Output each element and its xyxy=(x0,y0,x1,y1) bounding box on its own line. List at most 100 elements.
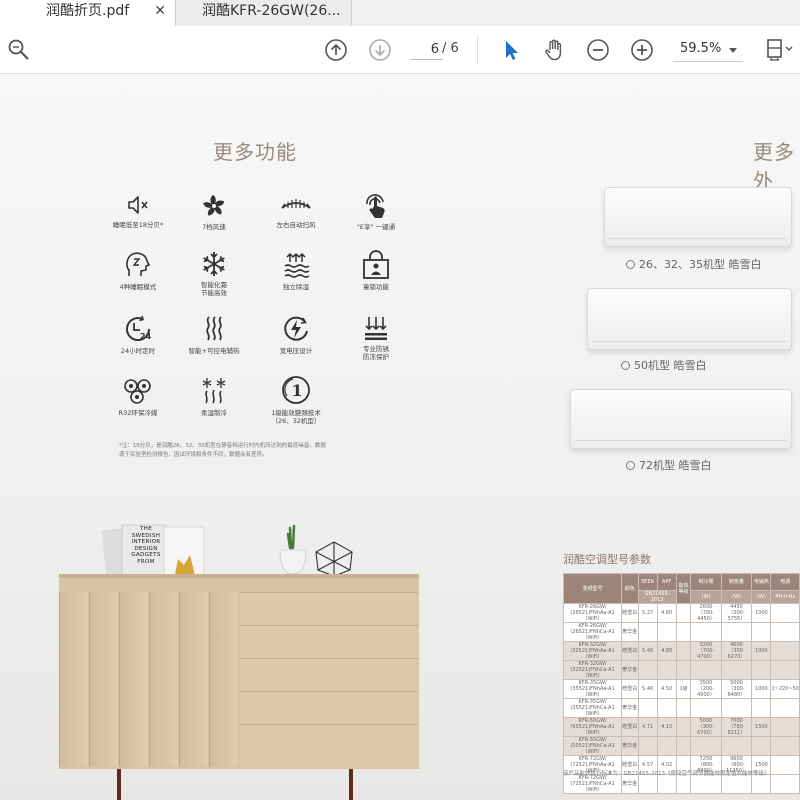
tab-bar: 润酷折页.pdf ✕ 润酷KFR-26GW(26... xyxy=(0,0,800,27)
table-cell xyxy=(690,698,722,718)
table-cell xyxy=(770,660,800,680)
table-header: 制冷量 xyxy=(690,573,722,591)
page-down-icon[interactable] xyxy=(368,38,392,62)
table-cell: 皓雪白 xyxy=(621,717,639,737)
table-row: KFR-35GW/ (35521)FNhAa-A1（WiFi） 皓雪白 5.46 4.… xyxy=(562,679,800,699)
table-row: KFR-26GW/ (26521)FNhAa-A1（WiFi） 皓雪白 5.27 4.… xyxy=(562,603,800,623)
close-icon[interactable]: ✕ xyxy=(154,0,166,22)
table-cell: 4.71 xyxy=(637,717,658,737)
table-cell xyxy=(690,736,722,756)
table-cell: 4.80 xyxy=(656,641,677,661)
child-lock-icon xyxy=(363,250,389,279)
table-header: 颜色 xyxy=(621,573,639,604)
table-cell xyxy=(690,660,722,680)
table-cell: 1000 xyxy=(751,641,772,661)
model-caption: 26、32、35机型 皓雪白 xyxy=(626,256,762,272)
zoom-out-icon[interactable] xyxy=(586,38,610,62)
tab-label: 润酷折页.pdf xyxy=(46,3,130,19)
table-cell xyxy=(656,622,677,642)
tab-label: 润酷KFR-26GW(26... xyxy=(202,3,341,19)
table-cell: KFR-50GW/ (50521)FNhCa-A1（WiFi） xyxy=(562,736,623,756)
table-cell xyxy=(770,755,800,775)
page-up-icon[interactable] xyxy=(324,38,348,62)
fit-page-icon[interactable] xyxy=(764,38,794,62)
cabinet-leg xyxy=(349,769,353,800)
zoom-select[interactable]: 59.5% xyxy=(673,38,743,62)
table-cell: 1500 xyxy=(751,717,772,737)
ac-unit-image xyxy=(587,288,792,350)
pdf-toolbar: / 6 59.5% xyxy=(0,26,800,74)
table-cell xyxy=(656,698,677,718)
table-cell: KFR-26GW/ (26521)FNhCa-A1（WiFi） xyxy=(562,622,623,642)
table-cell xyxy=(770,774,800,794)
page-number-input[interactable] xyxy=(411,39,443,60)
table-cell: 奢华金 xyxy=(621,660,639,680)
table-cell xyxy=(690,774,722,794)
swing-icon xyxy=(281,199,311,209)
table-footnote: 该产品能效执行标准为：GB21455-2013《房间空气调节器能效限定值及能效等… xyxy=(563,771,770,777)
zoom-value: 59.5% xyxy=(680,41,722,56)
table-cell: 5000 （300-6700） xyxy=(690,717,722,737)
snowflake-icon xyxy=(203,252,225,276)
tab-runku-fold-pdf[interactable]: 润酷折页.pdf ✕ xyxy=(0,0,176,26)
table-cell xyxy=(637,774,658,794)
feature-item: 童锁功能 xyxy=(326,250,426,291)
feature-footnote: *注：18分贝，是润酷26、32、35机型在静音档运行时内机所达到的最低噪音。数… xyxy=(119,443,326,458)
feature-item: "E享" 一键通 xyxy=(326,192,426,231)
table-cell xyxy=(751,622,772,642)
table-cell xyxy=(675,660,692,680)
table-cell xyxy=(770,736,800,756)
table-row: KFR-50GW/ (50521)FNhCa-A1（WiFi） 奢华金 xyxy=(562,736,800,756)
spec-table: 变频型号 颜色 SEER APF 能效等级 制冷量 制热量 电辅热 电源 GB2… xyxy=(562,573,800,794)
hand-pan-icon[interactable] xyxy=(542,38,566,62)
feature-label: 童锁功能 xyxy=(363,283,389,291)
svg-text:24: 24 xyxy=(140,332,152,341)
select-pointer-icon[interactable] xyxy=(499,38,523,62)
feature-item: 专业防锈 防冻保护 xyxy=(326,314,426,361)
book-cover-text: THE SWEDISH INTERIOR DESIGN GADGETS FROM xyxy=(131,526,161,565)
table-cell xyxy=(675,641,692,661)
heat-icon xyxy=(206,316,222,341)
table-subheader: (W) xyxy=(690,590,722,604)
table-cell: KFR-26GW/ (26521)FNhAa-A1（WiFi） xyxy=(562,603,623,623)
fan-icon xyxy=(203,195,225,216)
sleep-head-icon xyxy=(126,252,150,276)
table-cell: 皓雪白 xyxy=(621,641,639,661)
cabinet-image xyxy=(59,574,419,769)
table-cell xyxy=(690,622,722,642)
table-row: KFR-32GW/ (32521)FNhCa-A1（WiFi） 奢华金 xyxy=(562,660,800,680)
features-heading-right: 更多外 xyxy=(753,140,795,193)
search-icon[interactable] xyxy=(7,38,31,62)
table-cell xyxy=(770,717,800,737)
table-cell xyxy=(770,698,800,718)
table-cell: 1000 xyxy=(751,603,772,623)
table-cell xyxy=(656,736,677,756)
dehumidify-icon xyxy=(284,252,310,278)
model-caption: 72机型 皓雪白 xyxy=(626,457,712,473)
zoom-in-icon[interactable] xyxy=(630,38,654,62)
refrigerant-icon xyxy=(124,379,151,404)
feature-label: 专业防锈 防冻保护 xyxy=(363,345,389,361)
table-cell xyxy=(637,698,658,718)
tab-runku-kfr-pdf[interactable]: 润酷KFR-26GW(26... xyxy=(177,0,352,26)
table-subheader: (W) xyxy=(720,590,753,604)
table-cell xyxy=(770,622,800,642)
table-cell: 4450 （300-5755） xyxy=(720,603,753,623)
table-cell: KFR-32GW/ (32521)FNhCa-A1（WiFi） xyxy=(562,660,623,680)
table-cell: 7000 （780-8211） xyxy=(720,717,753,737)
table-cell: 3200 （700-4700） xyxy=(690,641,722,661)
model-caption: 50机型 皓雪白 xyxy=(621,357,707,373)
table-header: SEER xyxy=(637,573,658,591)
table-cell: 2600 （700-4450） xyxy=(690,603,722,623)
table-header: 电源 xyxy=(770,573,800,591)
document-view[interactable]: 更多功能 更多外 睡眠低至18分贝* 7档风速 左右自动扫风 "E享" 一键通 … xyxy=(0,74,800,800)
plant-pot-image xyxy=(279,524,307,575)
table-cell: KFR-50GW/ (50521)FNhAa-A1（WiFi） xyxy=(562,717,623,737)
table-cell: 1级 xyxy=(675,679,692,699)
table-cell: 4.15 xyxy=(656,717,677,737)
anti-rust-icon xyxy=(365,317,387,340)
spec-table-title: 润酷空调型号参数 xyxy=(563,553,651,566)
ac-unit-image xyxy=(604,187,792,247)
table-cell xyxy=(675,774,692,794)
page-total: / 6 xyxy=(442,41,459,56)
